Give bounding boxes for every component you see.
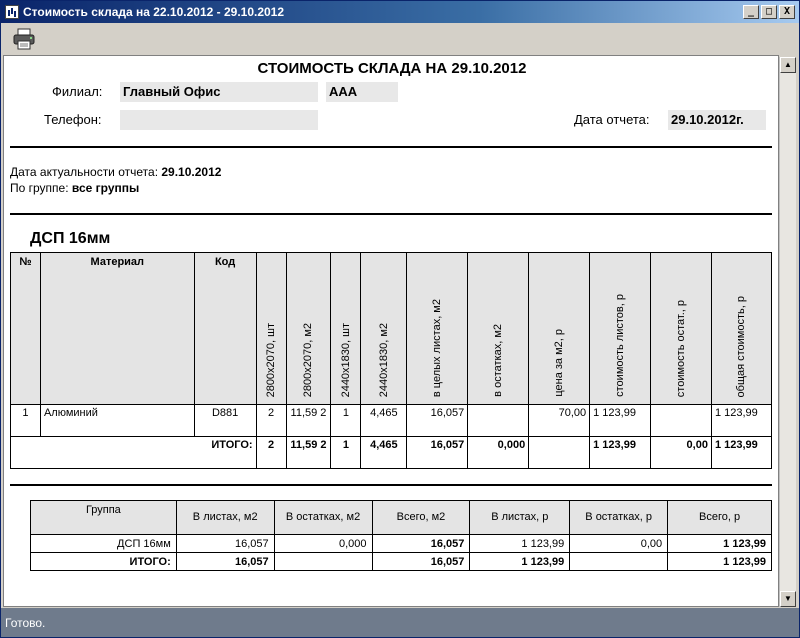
group-label: По группе: xyxy=(10,181,69,195)
summary-col-group: Группа xyxy=(30,500,177,535)
cell-c5: 16,057 xyxy=(406,404,469,437)
total-label: ИТОГО: xyxy=(10,436,257,469)
group-value: все группы xyxy=(71,181,140,195)
summary-cell: 1 123,99 xyxy=(667,534,772,553)
summary-col-remnants-rub: В остатках, р xyxy=(569,500,669,535)
total-c2: 11,59 2 xyxy=(285,436,332,469)
table-row: 1 Алюминий D881 2 11,59 2 1 4,465 16,057… xyxy=(10,404,773,437)
total-c7 xyxy=(528,436,591,469)
summary-col-sheets-rub: В листах, р xyxy=(469,500,571,535)
total-c9: 0,00 xyxy=(650,436,712,469)
col-2800-pcs: 2800x2070, шт xyxy=(255,252,287,405)
summary-total-cell: 16,057 xyxy=(175,552,275,571)
col-sheet-cost: стоимость листов, р xyxy=(589,252,652,405)
cell-c1: 2 xyxy=(255,404,287,437)
summary-total-cell: 16,057 xyxy=(371,552,471,571)
col-total-cost: общая стоимость, р xyxy=(710,252,773,405)
cell-c10: 1 123,99 xyxy=(710,404,773,437)
summary-total-cell: ИТОГО: xyxy=(30,552,177,571)
cell-code: D881 xyxy=(193,404,257,437)
summary-total-cell: 1 123,99 xyxy=(667,552,772,571)
scroll-up-button[interactable]: ▲ xyxy=(780,57,796,73)
summary-col-total-m2: Всего, м2 xyxy=(371,500,471,535)
summary-cell: 1 123,99 xyxy=(469,534,571,553)
phone-value xyxy=(120,110,318,130)
divider xyxy=(10,484,772,486)
vertical-scrollbar[interactable]: ▲ ▼ xyxy=(779,57,796,607)
summary-col-remnants-m2: В остатках, м2 xyxy=(273,500,373,535)
summary-cell: ДСП 16мм xyxy=(30,534,177,553)
col-2440-pcs: 2440x1830, шт xyxy=(330,252,362,405)
cell-c8: 1 123,99 xyxy=(589,404,652,437)
branch-code: AAA xyxy=(326,82,398,102)
cell-material: Алюминий xyxy=(39,404,195,437)
total-c5: 16,057 xyxy=(406,436,469,469)
summary-cell: 0,00 xyxy=(569,534,669,553)
branch-value: Главный Офис xyxy=(120,82,318,102)
maximize-button[interactable]: □ xyxy=(761,5,777,19)
print-button[interactable] xyxy=(9,26,39,52)
cell-c4: 4,465 xyxy=(360,404,408,437)
report-date-label: Дата отчета: xyxy=(574,112,650,127)
col-price-m2: цена за м2, р xyxy=(528,252,591,405)
cell-c2: 11,59 2 xyxy=(285,404,332,437)
toolbar xyxy=(1,23,799,53)
actuality-label: Дата актуальности отчета: xyxy=(10,165,159,179)
report-window: Стоимость склада на 22.10.2012 - 29.10.2… xyxy=(0,0,800,638)
summary-col-sheets-m2: В листах, м2 xyxy=(175,500,275,535)
summary-total-cell xyxy=(273,552,373,571)
summary-total-row: ИТОГО: 16,057 16,057 1 123,99 1 123,99 xyxy=(30,552,772,571)
col-whole-sheets: в целых листах, м2 xyxy=(406,252,469,405)
divider xyxy=(10,213,772,215)
cell-num: 1 xyxy=(10,404,41,437)
close-button[interactable]: X xyxy=(779,5,795,19)
table-header-row: № Материал Код 2800x2070, шт 2800x2070, … xyxy=(10,252,773,405)
table-row: ДСП 16мм 16,057 0,000 16,057 1 123,99 0,… xyxy=(30,534,772,553)
title-bar[interactable]: Стоимость склада на 22.10.2012 - 29.10.2… xyxy=(1,1,799,23)
branch-label: Филиал: xyxy=(52,84,103,99)
scroll-down-button[interactable]: ▼ xyxy=(780,591,796,607)
summary-table: Группа В листах, м2 В остатках, м2 Всего… xyxy=(30,500,772,571)
total-c4: 4,465 xyxy=(360,436,408,469)
col-material: Материал xyxy=(39,252,195,405)
col-num: № xyxy=(10,252,41,405)
report-title: СТОИМОСТЬ СКЛАДА НА 29.10.2012 xyxy=(257,60,527,77)
report-date-value: 29.10.2012г. xyxy=(668,110,766,130)
group-line: По группе: все группы xyxy=(10,181,139,195)
summary-col-total-rub: Всего, р xyxy=(667,500,772,535)
summary-cell: 0,000 xyxy=(273,534,373,553)
cell-c9 xyxy=(650,404,712,437)
printer-icon xyxy=(13,28,35,50)
cell-c3: 1 xyxy=(330,404,362,437)
report-app-icon xyxy=(5,5,19,19)
total-c1: 2 xyxy=(255,436,287,469)
materials-table: № Материал Код 2800x2070, шт 2800x2070, … xyxy=(10,252,773,469)
status-bar: Готово. xyxy=(1,608,799,637)
actuality-value: 29.10.2012 xyxy=(161,165,222,179)
col-code: Код xyxy=(193,252,257,405)
phone-label: Телефон: xyxy=(44,112,102,127)
cell-c6 xyxy=(467,404,530,437)
summary-cell: 16,057 xyxy=(371,534,471,553)
total-c3: 1 xyxy=(330,436,362,469)
total-c10: 1 123,99 xyxy=(710,436,773,469)
col-remnant-cost: стоимость остат., р xyxy=(650,252,712,405)
section-title: ДСП 16мм xyxy=(30,230,111,247)
window-title: Стоимость склада на 22.10.2012 - 29.10.2… xyxy=(23,5,285,19)
summary-header-row: Группа В листах, м2 В остатках, м2 Всего… xyxy=(30,500,772,535)
cell-c7: 70,00 xyxy=(528,404,591,437)
total-c8: 1 123,99 xyxy=(589,436,652,469)
summary-cell: 16,057 xyxy=(175,534,275,553)
summary-total-cell: 1 123,99 xyxy=(469,552,571,571)
minimize-button[interactable]: _ xyxy=(743,5,759,19)
total-c6: 0,000 xyxy=(467,436,530,469)
col-2800-m2: 2800x2070, м2 xyxy=(285,252,332,405)
actuality-line: Дата актуальности отчета: 29.10.2012 xyxy=(10,165,221,179)
total-row: ИТОГО: 2 11,59 2 1 4,465 16,057 0,000 1 … xyxy=(10,436,773,469)
summary-total-cell xyxy=(569,552,669,571)
col-remnants: в остатках, м2 xyxy=(467,252,530,405)
col-2440-m2: 2440x1830, м2 xyxy=(360,252,408,405)
divider xyxy=(10,146,772,148)
report-viewer[interactable]: СТОИМОСТЬ СКЛАДА НА 29.10.2012 Филиал: Г… xyxy=(3,55,779,607)
